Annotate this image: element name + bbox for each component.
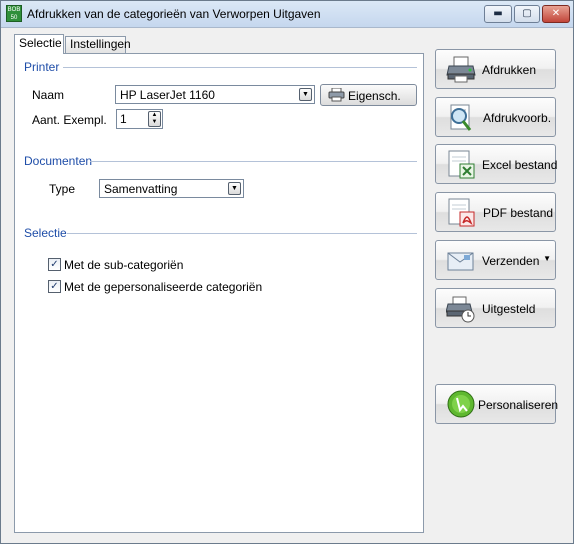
deferred-print-button[interactable]: Uitgesteld — [435, 288, 556, 328]
printer-name-label: Naam — [32, 88, 65, 102]
personalized-categories-label[interactable]: Met de gepersonaliseerde categoriën — [64, 280, 262, 294]
send-mail-icon — [447, 252, 474, 271]
documents-section-title: Documenten — [24, 154, 93, 168]
selection-section-divider — [67, 233, 417, 234]
print-preview-button-label: Afdrukvoorb. — [483, 111, 552, 125]
tab-selectie[interactable]: Selectie — [14, 34, 64, 54]
print-button[interactable]: Afdrukken — [435, 49, 556, 89]
personalize-icon — [447, 390, 475, 418]
printer-section-title: Printer — [24, 60, 60, 74]
deferred-printer-icon — [446, 296, 475, 323]
print-button-label: Afdrukken — [482, 63, 537, 77]
printer-icon — [446, 56, 476, 83]
title-bar[interactable]: BOB 50 Afdrukken van de categorieën van V… — [1, 1, 573, 28]
excel-file-button-label: Excel bestand — [482, 158, 558, 172]
printer-name-select[interactable]: HP LaserJet 1160 ▼ — [115, 85, 315, 104]
personalized-categories-checkbox[interactable]: ✓ — [48, 280, 61, 293]
pdf-file-icon — [448, 198, 475, 227]
maximize-button[interactable]: ▢ — [514, 5, 540, 23]
printer-properties-button[interactable]: Eigensch. — [320, 84, 417, 106]
window-title: Afdrukken van de categorieën van Verworp… — [27, 7, 321, 21]
subcategories-checkbox[interactable]: ✓ — [48, 258, 61, 271]
printer-section-divider — [63, 67, 417, 68]
document-type-value: Samenvatting — [104, 182, 178, 196]
stepper-arrows-icon[interactable]: ▲ ▼ — [148, 111, 161, 127]
pdf-file-button[interactable]: PDF bestand — [435, 192, 556, 232]
copies-stepper[interactable]: 1 ▲ ▼ — [116, 109, 163, 129]
copies-value: 1 — [120, 112, 127, 126]
documents-section-divider — [90, 161, 417, 162]
copies-label: Aant. Exempl. — [32, 113, 107, 127]
selection-section-title: Selectie — [24, 226, 67, 240]
app-icon: BOB 50 — [6, 5, 22, 22]
personalize-button-label: Personaliseren — [478, 398, 559, 412]
printer-name-value: HP LaserJet 1160 — [120, 88, 215, 102]
close-button[interactable]: ✕ — [542, 5, 570, 23]
personalize-button[interactable]: Personaliseren — [435, 384, 559, 424]
subcategories-label[interactable]: Met de sub-categoriën — [64, 258, 183, 272]
chevron-down-icon[interactable]: ▼ — [299, 88, 312, 101]
document-type-select[interactable]: Samenvatting ▼ — [99, 179, 244, 198]
printer-icon — [328, 88, 345, 102]
print-preview-button[interactable]: Afdrukvoorb. — [435, 97, 556, 137]
chevron-down-icon[interactable]: ▼ — [228, 182, 241, 195]
pdf-file-button-label: PDF bestand — [483, 206, 554, 220]
minimize-button[interactable]: ▬ — [484, 5, 512, 23]
printer-properties-label: Eigensch. — [348, 89, 401, 103]
deferred-print-button-label: Uitgesteld — [482, 302, 536, 316]
excel-file-icon — [448, 150, 475, 179]
send-button[interactable]: Verzenden ▼ — [435, 240, 556, 280]
print-dialog-window: BOB 50 Afdrukken van de categorieën van V… — [0, 0, 574, 544]
send-button-label: Verzenden — [482, 254, 540, 268]
document-type-label: Type — [49, 182, 76, 196]
excel-file-button[interactable]: Excel bestand — [435, 144, 558, 184]
chevron-down-icon[interactable]: ▼ — [543, 254, 551, 263]
print-preview-icon — [450, 104, 472, 131]
tab-instellingen[interactable]: Instellingen — [65, 36, 131, 53]
